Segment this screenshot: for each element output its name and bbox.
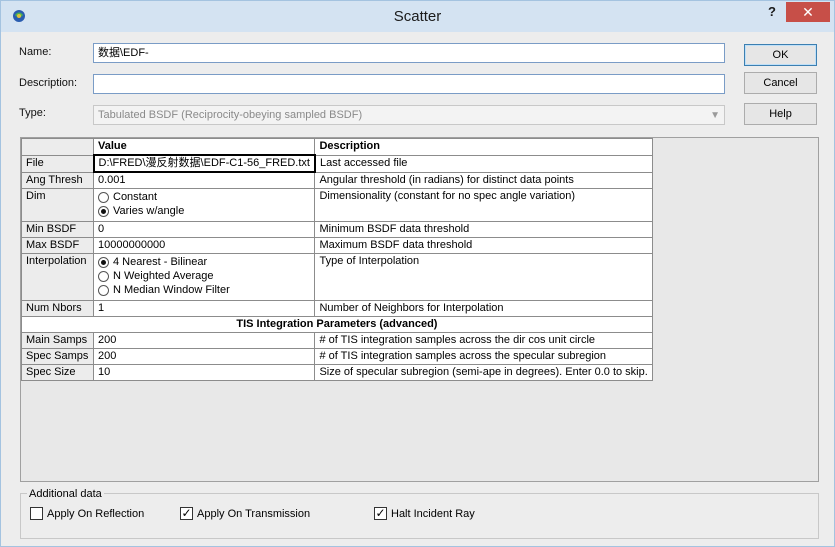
ang-thresh-description: Angular threshold (in radians) for disti…	[314, 171, 653, 189]
name-input[interactable]: 数据\EDF-	[93, 43, 725, 63]
window-title: Scatter	[393, 8, 442, 25]
name-label: Name:	[19, 46, 52, 58]
interpolation-description: Type of Interpolation	[314, 253, 653, 301]
close-icon[interactable]: ✕	[786, 2, 830, 22]
row-name-num-nbors: Num Nbors	[21, 300, 94, 317]
row-name-interpolation: Interpolation	[21, 253, 94, 301]
row-name-max-bsdf: Max BSDF	[21, 237, 94, 254]
interp-radio-bilinear[interactable]: 4 Nearest - Bilinear	[98, 255, 310, 269]
title-bar: Scatter ? ✕	[1, 1, 834, 32]
grid-corner	[21, 138, 94, 156]
help-button[interactable]: Help	[744, 103, 817, 125]
row-name-main-samps: Main Samps	[21, 332, 94, 349]
value-column-header: Value	[92, 138, 316, 156]
halt-incident-ray-checkbox[interactable]: ✓ Halt Incident Ray	[374, 507, 475, 520]
type-label: Type:	[19, 107, 46, 119]
row-name-spec-size: Spec Size	[21, 364, 94, 381]
radio-icon	[98, 284, 109, 296]
radio-selected-icon	[98, 256, 109, 268]
apply-on-transmission-checkbox[interactable]: ✓ Apply On Transmission	[180, 507, 310, 520]
row-name-file: File	[21, 154, 94, 173]
row-name-ang-thresh: Ang Thresh	[21, 171, 94, 189]
type-select[interactable]: Tabulated BSDF (Reciprocity-obeying samp…	[93, 105, 725, 125]
dim-description: Dimensionality (constant for no spec ang…	[314, 188, 653, 222]
interp-radio-weighted[interactable]: N Weighted Average	[98, 269, 310, 283]
table-row: Interpolation 4 Nearest - Bilinear N Wei…	[21, 253, 653, 301]
radio-label: N Weighted Average	[113, 269, 214, 282]
radio-label: Constant	[113, 190, 158, 203]
description-input[interactable]	[93, 74, 725, 94]
cancel-button[interactable]: Cancel	[744, 72, 817, 94]
spec-size-description: Size of specular subregion (semi-ape in …	[314, 364, 653, 381]
min-bsdf-description: Minimum BSDF data threshold	[314, 221, 653, 238]
table-row: TIS Integration Parameters (advanced)	[21, 316, 653, 333]
dim-value-cell: Constant Varies w/angle	[92, 188, 316, 222]
max-bsdf-description: Maximum BSDF data threshold	[314, 237, 653, 254]
radio-label: 4 Nearest - Bilinear	[113, 255, 208, 268]
checkbox-label: Halt Incident Ray	[391, 507, 475, 520]
row-name-dim: Dim	[21, 188, 94, 222]
main-samps-value-cell[interactable]: 200	[92, 332, 316, 349]
apply-on-reflection-checkbox[interactable]: Apply On Reflection	[30, 507, 144, 520]
checkbox-label: Apply On Reflection	[47, 507, 145, 520]
property-grid: Value Description File D:\FRED\漫反射数据\EDF…	[20, 137, 819, 482]
checkbox-label: Apply On Transmission	[197, 507, 311, 520]
checkmark-icon: ✓	[180, 506, 193, 520]
table-row: Num Nbors 1 Number of Neighbors for Inte…	[21, 300, 653, 317]
ok-button[interactable]: OK	[744, 44, 817, 66]
checkbox-unchecked-icon	[30, 507, 43, 520]
min-bsdf-value-cell[interactable]: 0	[92, 221, 316, 238]
main-samps-description: # of TIS integration samples across the …	[314, 332, 653, 349]
table-row: File D:\FRED\漫反射数据\EDF-C1-56_FRED.txt La…	[21, 154, 653, 173]
radio-label: Varies w/angle	[113, 204, 185, 217]
row-name-min-bsdf: Min BSDF	[21, 221, 94, 238]
checkmark-icon: ✓	[374, 506, 387, 520]
property-table: Value Description File D:\FRED\漫反射数据\EDF…	[21, 138, 653, 381]
table-row: Ang Thresh 0.001 Angular threshold (in r…	[21, 171, 653, 189]
interpolation-value-cell: 4 Nearest - Bilinear N Weighted Average …	[92, 253, 316, 301]
max-bsdf-value-cell[interactable]: 10000000000	[92, 237, 316, 254]
radio-label: N Median Window Filter	[113, 283, 230, 296]
table-row: Main Samps 200 # of TIS integration samp…	[21, 332, 653, 349]
num-nbors-description: Number of Neighbors for Interpolation	[314, 300, 653, 317]
num-nbors-value-cell[interactable]: 1	[92, 300, 316, 317]
radio-icon	[98, 191, 109, 203]
table-row: Dim Constant Varies w/angle Dimensionali…	[21, 188, 653, 222]
spec-size-value-cell[interactable]: 10	[92, 364, 316, 381]
file-description: Last accessed file	[314, 154, 653, 173]
radio-icon	[98, 270, 109, 282]
help-icon[interactable]: ?	[763, 4, 781, 22]
chevron-down-icon: ▼	[710, 110, 720, 121]
scatter-dialog: Scatter ? ✕ Name: 数据\EDF- Description: T…	[0, 0, 835, 547]
dim-radio-varies[interactable]: Varies w/angle	[98, 204, 310, 218]
interp-radio-median[interactable]: N Median Window Filter	[98, 283, 310, 297]
table-row: Spec Size 10 Size of specular subregion …	[21, 364, 653, 381]
type-value: Tabulated BSDF (Reciprocity-obeying samp…	[98, 109, 363, 121]
table-row: Spec Samps 200 # of TIS integration samp…	[21, 348, 653, 365]
spec-samps-description: # of TIS integration samples across the …	[314, 348, 653, 365]
table-row: Min BSDF 0 Minimum BSDF data threshold	[21, 221, 653, 238]
table-row: Max BSDF 10000000000 Maximum BSDF data t…	[21, 237, 653, 254]
ang-thresh-value-cell[interactable]: 0.001	[92, 171, 316, 189]
additional-data-title: Additional data	[27, 488, 104, 500]
file-value-cell[interactable]: D:\FRED\漫反射数据\EDF-C1-56_FRED.txt	[92, 154, 316, 173]
radio-selected-icon	[98, 205, 109, 217]
description-column-header: Description	[314, 138, 653, 156]
spec-samps-value-cell[interactable]: 200	[92, 348, 316, 365]
dim-radio-constant[interactable]: Constant	[98, 190, 310, 204]
row-name-spec-samps: Spec Samps	[21, 348, 94, 365]
tis-section-header: TIS Integration Parameters (advanced)	[21, 316, 653, 333]
description-label: Description:	[19, 77, 78, 89]
